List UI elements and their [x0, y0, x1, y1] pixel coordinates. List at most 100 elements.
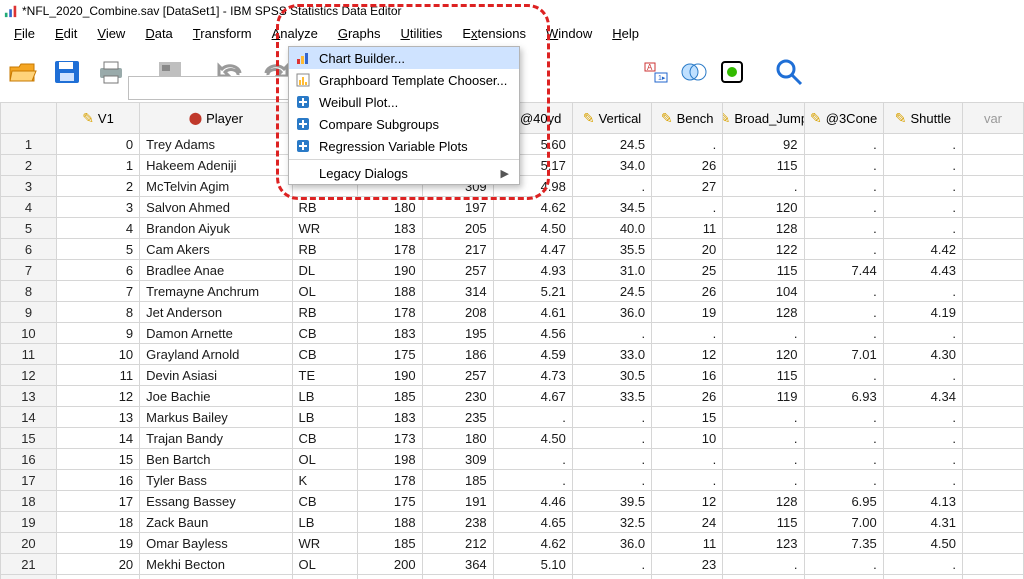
cell-wt[interactable]: 314 — [422, 281, 493, 302]
cell-bench[interactable]: 20 — [652, 239, 723, 260]
cell-pos[interactable]: WR — [292, 218, 357, 239]
row-number[interactable]: 7 — [1, 260, 57, 281]
cell-40yd[interactable]: 4.62 — [493, 533, 572, 554]
cell-pos[interactable]: RB — [292, 575, 357, 579]
cell-empty[interactable] — [962, 365, 1023, 386]
cell-vertical[interactable]: . — [572, 470, 651, 491]
cell-ht[interactable]: 183 — [357, 218, 422, 239]
cell-40yd[interactable]: 4.56 — [493, 323, 572, 344]
cell-broad-jump[interactable]: . — [723, 323, 804, 344]
cell-pos[interactable]: LB — [292, 386, 357, 407]
cell-shuttle[interactable]: 4.19 — [883, 302, 962, 323]
row-number[interactable]: 14 — [1, 407, 57, 428]
cell-shuttle[interactable]: 4.31 — [883, 512, 962, 533]
cell-broad-jump[interactable]: 128 — [723, 491, 804, 512]
open-icon[interactable] — [6, 56, 40, 88]
cell-vertical[interactable]: . — [572, 428, 651, 449]
cell-vertical[interactable]: 34.0 — [572, 155, 651, 176]
col-shuttle[interactable]: ✎Shuttle — [883, 103, 962, 134]
table-row[interactable]: 1211Devin AsiasiTE1902574.7330.516115.. — [1, 365, 1024, 386]
cell-player[interactable]: Essang Bassey — [140, 491, 292, 512]
cell-bench[interactable]: 27 — [652, 176, 723, 197]
cell-broad-jump[interactable]: . — [723, 176, 804, 197]
cell-v1[interactable]: 20 — [56, 554, 139, 575]
cell-player[interactable]: Trajan Bandy — [140, 428, 292, 449]
col-vertical[interactable]: ✎Vertical — [572, 103, 651, 134]
cell-bench[interactable]: . — [652, 134, 723, 155]
cell-40yd[interactable]: 4.46 — [493, 491, 572, 512]
cell-40yd[interactable]: 4.73 — [493, 365, 572, 386]
cell-v1[interactable]: 1 — [56, 155, 139, 176]
cell-broad-jump[interactable]: . — [723, 428, 804, 449]
cell-3cone[interactable]: . — [804, 281, 883, 302]
cell-pos[interactable]: OL — [292, 554, 357, 575]
cell-wt[interactable]: 364 — [422, 554, 493, 575]
table-row[interactable]: 43Salvon AhmedRB1801974.6234.5.120.. — [1, 197, 1024, 218]
cell-3cone[interactable]: . — [804, 323, 883, 344]
cell-vertical[interactable]: 39.5 — [572, 491, 651, 512]
cell-empty[interactable] — [962, 470, 1023, 491]
cell-wt[interactable]: 235 — [422, 407, 493, 428]
cell-wt[interactable]: 185 — [422, 470, 493, 491]
cell-vertical[interactable]: 34.5 — [572, 197, 651, 218]
cell-v1[interactable]: 16 — [56, 470, 139, 491]
cell-empty[interactable] — [962, 197, 1023, 218]
cell-player[interactable]: Salvon Ahmed — [140, 197, 292, 218]
cell-v1[interactable]: 15 — [56, 449, 139, 470]
cell-vertical[interactable]: 35.5 — [572, 239, 651, 260]
cell-v1[interactable]: 19 — [56, 533, 139, 554]
cell-v1[interactable]: 13 — [56, 407, 139, 428]
cell-bench[interactable]: . — [652, 470, 723, 491]
cell-vertical[interactable]: 39.5 — [572, 575, 651, 579]
cell-v1[interactable]: 2 — [56, 176, 139, 197]
cell-wt[interactable]: 205 — [422, 218, 493, 239]
cell-ht[interactable]: 190 — [357, 260, 422, 281]
table-row[interactable]: 1110Grayland ArnoldCB1751864.5933.012120… — [1, 344, 1024, 365]
save-icon[interactable] — [50, 56, 84, 88]
cell-player[interactable]: Mekhi Becton — [140, 554, 292, 575]
cell-vertical[interactable]: 32.5 — [572, 512, 651, 533]
cell-40yd[interactable]: 4.62 — [493, 197, 572, 218]
cell-player[interactable]: Bradlee Anae — [140, 260, 292, 281]
cell-player[interactable]: McTelvin Agim — [140, 176, 292, 197]
cell-player[interactable]: Devin Asiasi — [140, 365, 292, 386]
cell-40yd[interactable]: 4.59 — [493, 344, 572, 365]
cell-v1[interactable]: 21 — [56, 575, 139, 579]
menu-weibull-plot[interactable]: Weibull Plot... — [289, 91, 519, 113]
cell-player[interactable]: LeVante Bellamy — [140, 575, 292, 579]
table-row[interactable]: 109Damon ArnetteCB1831954.56..... — [1, 323, 1024, 344]
col-broad-jump[interactable]: ✎Broad_Jump — [723, 103, 804, 134]
cell-40yd[interactable]: 4.50 — [493, 428, 572, 449]
cell-wt[interactable]: 257 — [422, 260, 493, 281]
table-row[interactable]: 1817Essang BasseyCB1751914.4639.5121286.… — [1, 491, 1024, 512]
cell-empty[interactable] — [962, 533, 1023, 554]
cell-40yd[interactable]: 4.65 — [493, 512, 572, 533]
print-icon[interactable] — [94, 56, 128, 88]
menu-chart-builder[interactable]: Chart Builder... — [289, 47, 519, 69]
cell-wt[interactable]: 212 — [422, 533, 493, 554]
cell-shuttle[interactable]: . — [883, 365, 962, 386]
cell-bench[interactable]: . — [652, 197, 723, 218]
cell-40yd[interactable]: 4.61 — [493, 302, 572, 323]
cell-player[interactable]: Jet Anderson — [140, 302, 292, 323]
cell-empty[interactable] — [962, 344, 1023, 365]
table-row[interactable]: 2019Omar BaylessWR1852124.6236.0111237.3… — [1, 533, 1024, 554]
cell-40yd[interactable]: 4.67 — [493, 386, 572, 407]
row-number[interactable]: 12 — [1, 365, 57, 386]
cell-bench[interactable]: 25 — [652, 260, 723, 281]
table-row[interactable]: 87Tremayne AnchrumOL1883145.2124.526104.… — [1, 281, 1024, 302]
cell-pos[interactable]: RB — [292, 197, 357, 218]
cell-shuttle[interactable]: . — [883, 470, 962, 491]
table-row[interactable]: 2221LeVante BellamyRB1751924.5039.516125… — [1, 575, 1024, 579]
cell-3cone[interactable]: . — [804, 428, 883, 449]
cell-wt[interactable]: 238 — [422, 512, 493, 533]
cell-v1[interactable]: 8 — [56, 302, 139, 323]
cell-empty[interactable] — [962, 155, 1023, 176]
cell-40yd[interactable]: 4.50 — [493, 218, 572, 239]
cell-broad-jump[interactable]: . — [723, 470, 804, 491]
cell-ht[interactable]: 198 — [357, 449, 422, 470]
cell-vertical[interactable]: 33.0 — [572, 344, 651, 365]
cell-3cone[interactable]: 7.35 — [804, 533, 883, 554]
cell-3cone[interactable]: . — [804, 197, 883, 218]
cell-v1[interactable]: 0 — [56, 134, 139, 155]
